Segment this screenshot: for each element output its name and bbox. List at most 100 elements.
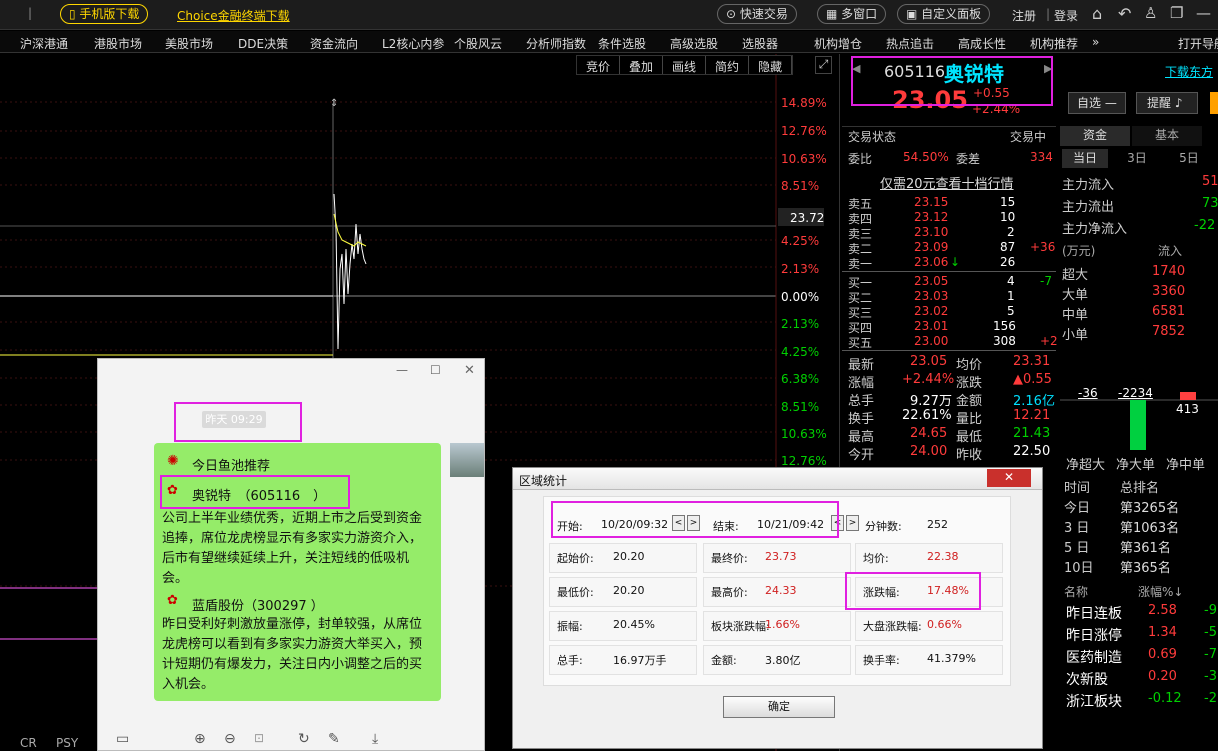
dialog-close-button[interactable]: ✕ — [987, 469, 1031, 487]
rank-time: 3 日 — [1064, 521, 1090, 536]
menu-item[interactable]: 高级选股 — [670, 35, 718, 52]
end-next-button[interactable]: > — [846, 515, 859, 531]
menu-item[interactable]: DDE决策 — [238, 35, 288, 52]
chart-toolbar-button[interactable]: 叠加 — [620, 56, 664, 74]
login-link[interactable]: 登录 — [1054, 7, 1078, 24]
bid-price[interactable]: 23.05 — [914, 274, 948, 288]
register-link[interactable]: 注册 — [1012, 7, 1036, 24]
menu-item[interactable]: 条件选股 — [598, 35, 646, 52]
chart-toolbar-button[interactable]: 隐藏 — [749, 56, 793, 74]
menu-item[interactable]: 机构推荐 — [1030, 35, 1078, 52]
bid-price[interactable]: 23.03 — [914, 289, 948, 303]
zoom-out-icon[interactable]: ⊖ — [224, 731, 236, 747]
bid-price[interactable]: 23.00 — [914, 334, 948, 348]
ask-price[interactable]: 23.06 — [914, 255, 948, 269]
sector-name[interactable]: 昨日连板 — [1066, 603, 1122, 623]
sector-name-header[interactable]: 名称 — [1064, 583, 1088, 600]
ask-price[interactable]: 23.12 — [914, 210, 948, 224]
period-3d[interactable]: 3日 — [1114, 149, 1160, 168]
ask-price[interactable]: 23.10 — [914, 225, 948, 239]
more-menu-icon[interactable]: » — [1092, 35, 1099, 49]
stats-cell-label: 振幅: — [557, 620, 583, 633]
ask-price[interactable]: 23.09 — [914, 240, 948, 254]
order-size-value: 3360 — [1152, 284, 1186, 299]
stats-cell-label: 起始价: — [557, 552, 594, 565]
skin-icon[interactable]: ♙ — [1144, 4, 1157, 22]
ask-price[interactable]: 23.15 — [914, 195, 948, 209]
quick-trade-button[interactable]: ⊙ 快速交易 — [717, 4, 797, 24]
pct-axis-label: 8.51% — [781, 400, 820, 414]
inflow-header: 流入 — [1158, 244, 1183, 258]
menu-item[interactable]: 高成长性 — [958, 35, 1006, 52]
menu-item[interactable]: 资金流向 — [310, 35, 358, 52]
choice-download-link[interactable]: Choice金融终端下载 — [177, 7, 290, 24]
level10-promo-link[interactable]: 仅需20元查看十档行情 — [880, 173, 1014, 192]
fav-button[interactable]: 自选 — — [1068, 92, 1126, 114]
menu-item[interactable]: 沪深港通 — [20, 35, 68, 52]
rotate-icon[interactable]: ↻ — [298, 731, 310, 747]
menu-item[interactable]: 美股市场 — [165, 35, 213, 52]
chart-toolbar-button[interactable]: 竞价 — [577, 56, 621, 74]
home-icon[interactable]: ⌂ — [1092, 4, 1102, 23]
chart-toolbar-button[interactable]: 画线 — [663, 56, 707, 74]
mobile-download-label: 手机版下载 — [79, 7, 140, 21]
zoom-in-icon[interactable]: ⊕ — [194, 731, 206, 747]
tab-basic[interactable]: 基本 — [1132, 126, 1202, 146]
side-tab[interactable] — [1210, 92, 1218, 114]
wc-label: 委差 — [956, 152, 981, 166]
back-icon[interactable]: ↶ — [1118, 4, 1131, 23]
net-medium-label: 净中单 — [1166, 458, 1206, 473]
close-icon[interactable]: ✕ — [464, 363, 475, 378]
pct-axis-label: 4.25% — [781, 234, 820, 248]
sector-name[interactable]: 昨日涨停 — [1066, 625, 1122, 645]
dialog-titlebar[interactable] — [513, 468, 1042, 490]
mobile-download-button[interactable]: ▯ 手机版下载 — [60, 4, 149, 24]
gallery-icon[interactable]: ▭ — [116, 731, 129, 747]
status-value: 交易中 — [1010, 130, 1047, 144]
maximize-icon[interactable]: ☐ — [430, 363, 441, 377]
cr-label[interactable]: CR — [20, 736, 37, 750]
stats-cell-value: 20.20 — [613, 584, 645, 597]
multi-window-button[interactable]: ▦ 多窗口 — [817, 4, 887, 24]
bid-price[interactable]: 23.01 — [914, 319, 948, 333]
avatar[interactable] — [450, 443, 484, 477]
custom-panel-button[interactable]: ▣ 自定义面板 — [897, 4, 991, 24]
message-bubble[interactable]: ✺ 今日鱼池推荐 ✿ 奥锐特 （605116 ） 公司上半年业绩优秀，近期上市之… — [154, 443, 441, 701]
menu-item[interactable]: L2核心内参 — [382, 35, 444, 52]
bid-level-label: 买五 — [848, 336, 873, 350]
open-nav-link[interactable]: 打开导航 — [1178, 35, 1218, 52]
tab-funds[interactable]: 资金 — [1060, 126, 1130, 146]
actual-size-icon[interactable]: ⊡ — [254, 731, 264, 745]
ask-volume: 26 — [1000, 255, 1016, 269]
sector-name[interactable]: 医药制造 — [1066, 647, 1122, 667]
alert-button[interactable]: 提醒 ♪ — [1136, 92, 1198, 114]
stats-cell-label: 换手率: — [863, 654, 900, 667]
download-link[interactable]: 下载东方 — [1165, 63, 1213, 80]
period-today[interactable]: 当日 — [1062, 149, 1108, 168]
ok-button[interactable]: 确定 — [723, 696, 835, 718]
menu-item[interactable]: 个股风云 — [454, 35, 502, 52]
download-icon[interactable]: ⤓ — [372, 731, 378, 747]
sector-change-header[interactable]: 涨幅%↓ — [1138, 583, 1183, 600]
period-5d[interactable]: 5日 — [1166, 149, 1212, 168]
edit-icon[interactable]: ✎ — [328, 731, 340, 747]
menu-item[interactable]: 分析师指数 — [526, 35, 586, 52]
menu-item[interactable]: 选股器 — [742, 35, 778, 52]
menu-item[interactable]: 热点追击 — [886, 35, 934, 52]
unit-label: (万元) — [1062, 244, 1096, 258]
restore-icon[interactable]: ❐ — [1170, 4, 1183, 22]
minutes-label: 分钟数: — [865, 520, 902, 533]
menu-item[interactable]: 港股市场 — [94, 35, 142, 52]
order-size-label: 小单 — [1062, 328, 1089, 343]
chart-toolbar-button[interactable]: 简约 — [706, 56, 750, 74]
sector-name[interactable]: 次新股 — [1066, 669, 1108, 689]
fullscreen-icon[interactable]: ⤢ — [815, 56, 832, 74]
menu-item[interactable]: 机构增仓 — [814, 35, 862, 52]
bid-volume: 1 — [1007, 289, 1015, 303]
minimize-icon[interactable]: — — [396, 363, 408, 377]
top-bar: | ▯ 手机版下载 Choice金融终端下载 ⊙ 快速交易 ▦ 多窗口 ▣ 自定… — [0, 0, 1218, 30]
sector-name[interactable]: 浙江板块 — [1066, 691, 1122, 711]
psy-label[interactable]: PSY — [56, 736, 78, 750]
minimize-icon[interactable]: — — [1196, 4, 1211, 22]
bid-price[interactable]: 23.02 — [914, 304, 948, 318]
